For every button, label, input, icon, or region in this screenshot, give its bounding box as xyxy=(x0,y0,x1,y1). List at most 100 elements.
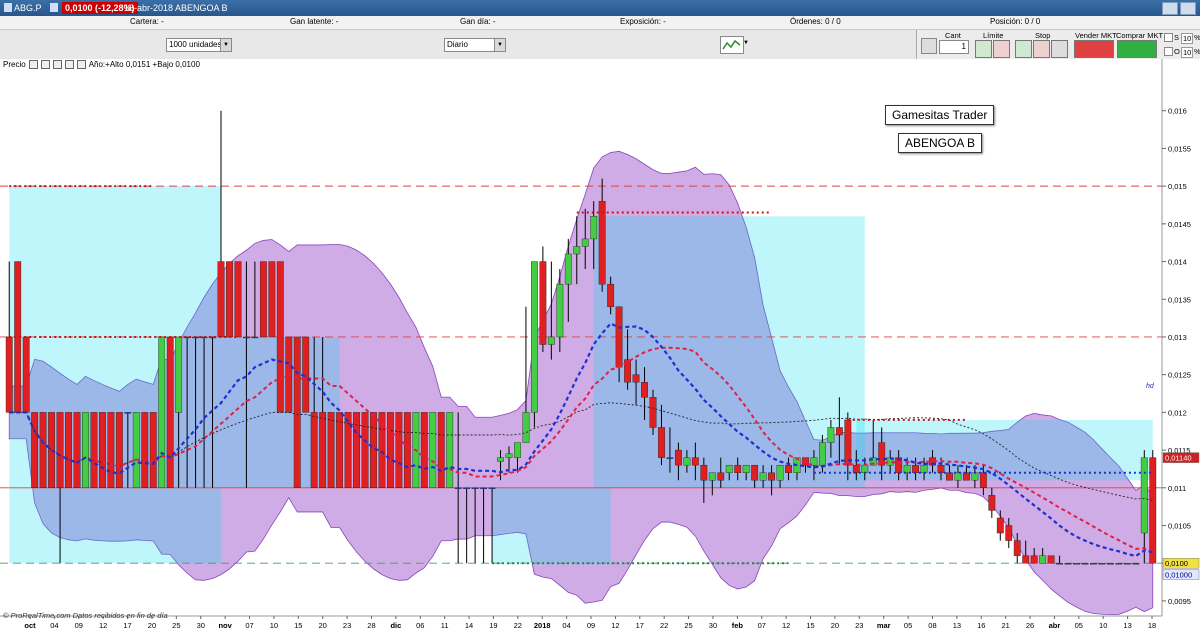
chevron-down-icon[interactable]: ▼ xyxy=(494,39,505,51)
s-checkbox[interactable] xyxy=(1164,33,1173,42)
candle-body xyxy=(658,427,665,458)
cartera-label: Cartera: - xyxy=(130,17,164,26)
chevron-down-icon[interactable]: ▼ xyxy=(220,39,231,51)
candle-body xyxy=(683,457,691,466)
candle-body xyxy=(22,336,30,413)
annotation-gamesitas[interactable]: Gamesitas Trader xyxy=(885,105,995,125)
sell-market-button[interactable] xyxy=(1074,40,1114,58)
candle-body xyxy=(903,464,911,473)
x-tick-label: 23 xyxy=(343,621,351,630)
candle-body xyxy=(429,412,437,488)
candle-body xyxy=(861,464,869,473)
close-button[interactable] xyxy=(1180,2,1196,15)
limit-sell-button[interactable] xyxy=(993,40,1010,58)
chart-icon[interactable] xyxy=(4,3,12,12)
x-tick-label: 2018 xyxy=(534,621,551,630)
minimize-button[interactable] xyxy=(1162,2,1178,15)
symbol-label[interactable]: ABG.P xyxy=(14,3,42,13)
units-select[interactable]: 1000 unidades ▼ xyxy=(166,38,232,52)
x-tick-label: 05 xyxy=(1075,621,1083,630)
window-buttons xyxy=(1162,2,1196,15)
candle-body xyxy=(971,472,979,481)
period-select[interactable]: Diario ▼ xyxy=(444,38,506,52)
candle-body xyxy=(522,412,530,443)
posicion-label[interactable]: Posición: 0 / 0 xyxy=(990,17,1040,26)
x-tick-label: 17 xyxy=(123,621,131,630)
y-tick-label: 0,0135 xyxy=(1168,295,1191,304)
candle-body xyxy=(1123,563,1131,565)
candle-body xyxy=(751,464,759,481)
legend-label: Precio xyxy=(3,60,26,69)
s-value[interactable]: 10 xyxy=(1181,33,1194,44)
candle-body xyxy=(641,382,648,398)
stop-sell-button[interactable] xyxy=(1033,40,1050,58)
x-tick-label: 28 xyxy=(367,621,375,630)
x-tick-label: 15 xyxy=(294,621,302,630)
o-value[interactable]: 10 xyxy=(1181,47,1194,58)
candle-body xyxy=(1132,563,1140,565)
x-tick-label: 26 xyxy=(1026,621,1034,630)
candle-body xyxy=(327,412,335,488)
candle-body xyxy=(937,464,945,473)
candle-body xyxy=(742,464,750,473)
candle-body xyxy=(539,261,547,345)
wrench-icon[interactable] xyxy=(921,38,937,54)
lock-icon[interactable] xyxy=(50,3,58,12)
y-tick-label: 0,011 xyxy=(1168,484,1186,493)
x-tick-label: 13 xyxy=(1123,621,1131,630)
candle-body xyxy=(598,201,606,285)
chart-type-icon[interactable] xyxy=(720,36,744,54)
o-checkbox[interactable] xyxy=(1164,47,1173,56)
candle-body xyxy=(530,261,538,413)
price-chart[interactable]: 0,016 0,0155 0,015 0,0145 0,014 0,0135 0,013 0,… xyxy=(0,59,1200,631)
limit-buy-button[interactable] xyxy=(975,40,992,58)
x-tick-label: oct xyxy=(24,621,36,630)
y-tick-label: 0,0145 xyxy=(1168,220,1191,229)
candle-body xyxy=(124,412,132,414)
annotation-abengoa[interactable]: ABENGOA B xyxy=(898,133,983,153)
candle-body xyxy=(768,472,776,481)
close-icon[interactable] xyxy=(52,60,62,69)
s-label: S xyxy=(1174,33,1180,42)
candle-body xyxy=(234,261,242,338)
candle-body xyxy=(497,457,504,462)
y-tick-label: 0,013 xyxy=(1168,333,1187,342)
candle-body xyxy=(107,412,115,488)
cant-input[interactable]: 1 xyxy=(939,40,969,54)
x-tick-label: 12 xyxy=(611,621,619,630)
candle-body xyxy=(395,412,403,488)
ordenes-label[interactable]: Órdenes: 0 / 0 xyxy=(790,17,841,26)
units-select-value: 1000 unidades xyxy=(169,40,222,49)
candle-body xyxy=(454,487,462,489)
sell-mkt-label: Vender MKT xyxy=(1075,31,1117,40)
minus-icon[interactable] xyxy=(76,60,86,69)
candle-body xyxy=(505,453,513,458)
chart-area[interactable]: 0,016 0,0155 0,015 0,0145 0,014 0,0135 0,013 0,… xyxy=(0,59,1200,631)
chevron-down-icon[interactable]: ▼ xyxy=(743,40,749,46)
buy-mkt-label: Comprar MKT xyxy=(1116,31,1164,40)
wrench-icon[interactable] xyxy=(28,60,38,69)
x-tick-label: 30 xyxy=(709,621,717,630)
stop-extra-button[interactable] xyxy=(1051,40,1068,58)
candle-body xyxy=(717,472,725,481)
buy-market-button[interactable] xyxy=(1117,40,1157,58)
candle-body xyxy=(1022,555,1030,564)
candle-body xyxy=(700,464,708,481)
candle-body xyxy=(56,412,64,488)
candle-body xyxy=(1005,525,1013,541)
candle-body xyxy=(5,336,13,413)
candle-body xyxy=(437,412,445,488)
candle-body xyxy=(734,464,742,473)
x-tick-label: 09 xyxy=(587,621,595,630)
candle-body xyxy=(708,472,716,481)
candle-body xyxy=(556,283,564,338)
plus-icon[interactable] xyxy=(64,60,74,69)
stop-buy-button[interactable] xyxy=(1015,40,1032,58)
candle-body xyxy=(82,412,89,488)
x-tick-label: 11 xyxy=(441,621,449,630)
candle-body xyxy=(607,283,615,307)
copy-icon[interactable] xyxy=(40,60,50,69)
x-tick-label: 07 xyxy=(245,621,253,630)
s-pct: % xyxy=(1194,33,1200,42)
price-label: 0,01000 xyxy=(1165,571,1192,580)
